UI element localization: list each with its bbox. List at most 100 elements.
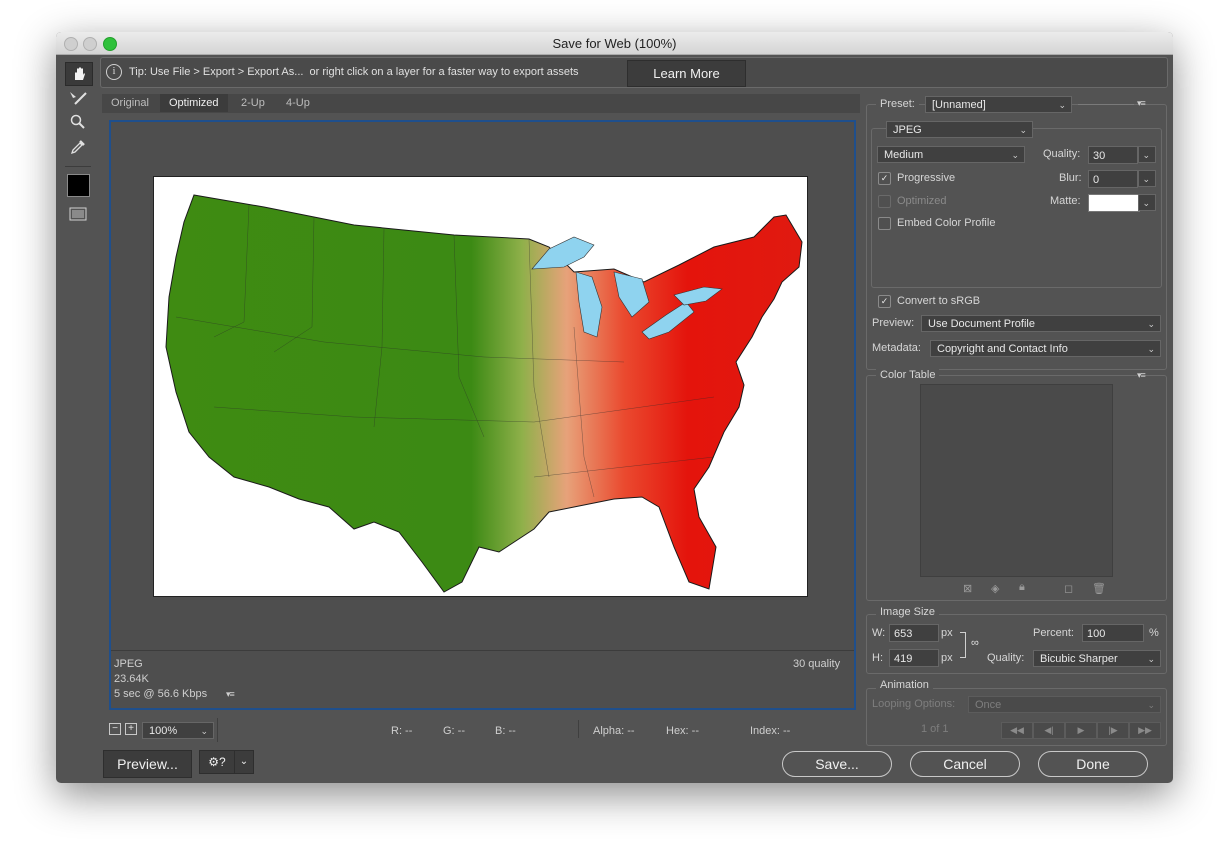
color-table-title: Color Table (876, 369, 940, 381)
chevron-down-icon: ⌄ (1142, 174, 1150, 184)
matte-menu-button[interactable]: ⌄ (1138, 194, 1156, 211)
quality-input[interactable]: 30 (1088, 146, 1138, 164)
chevron-down-icon: ⌄ (1019, 125, 1027, 135)
toggle-slices-visibility-icon[interactable] (65, 203, 91, 225)
quality-slider-button[interactable]: ⌄ (1138, 146, 1156, 163)
next-frame-icon[interactable]: |▶ (1097, 722, 1129, 739)
resample-quality-label: Quality: (987, 652, 1025, 664)
status-divider-2 (578, 720, 579, 738)
download-time: 5 sec @ 56.6 Kbps (114, 688, 208, 700)
lock-color-icon[interactable]: 🔒︎ (1019, 581, 1025, 594)
resample-quality-value: Bicubic Sharper (1040, 653, 1118, 665)
zoom-out-icon[interactable]: − (109, 723, 121, 735)
optimize-menu-icon[interactable]: ▾≡ (1137, 98, 1146, 109)
tip-bar: i Tip: Use File > Export > Export As... … (100, 57, 1168, 88)
tab-optimized[interactable]: Optimized (160, 94, 228, 112)
zoom-in-icon[interactable]: + (125, 723, 137, 735)
matte-color-swatch[interactable] (1088, 194, 1140, 212)
browser-menu-chevron-icon[interactable]: ⌄ (234, 750, 254, 774)
first-frame-icon[interactable]: ◀◀ (1001, 722, 1033, 739)
link-proportions-icon[interactable]: ∞ (971, 637, 979, 649)
image-size-title: Image Size (876, 606, 940, 618)
done-button[interactable]: Done (1038, 751, 1148, 777)
compression-quality-select[interactable]: Medium ⌄ (877, 146, 1025, 163)
cancel-button[interactable]: Cancel (910, 751, 1020, 777)
height-unit: px (941, 652, 953, 664)
tab-4-up[interactable]: 4-Up (277, 94, 319, 112)
blur-slider-button[interactable]: ⌄ (1138, 170, 1156, 187)
slice-select-tool-icon[interactable] (65, 87, 91, 109)
metadata-select[interactable]: Copyright and Contact Info ⌄ (930, 340, 1161, 357)
quality-label: Quality: (1043, 148, 1081, 160)
file-format-value: JPEG (893, 124, 922, 136)
map-image (153, 176, 808, 597)
window-title: Save for Web (100%) (552, 36, 677, 51)
last-frame-icon[interactable]: ▶▶ (1129, 722, 1161, 739)
animation-title: Animation (876, 679, 933, 691)
frame-counter: 1 of 1 (921, 723, 949, 735)
tab-original[interactable]: Original (102, 94, 158, 112)
color-table-swatches[interactable] (920, 384, 1113, 577)
title-bar: Save for Web (100%) (56, 32, 1173, 55)
save-for-web-dialog: Save for Web (100%) i Tip: Use File > Ex… (56, 32, 1173, 783)
width-input[interactable]: 653 (889, 624, 939, 642)
progressive-label: Progressive (897, 172, 956, 184)
red-readout: R: -- (391, 725, 413, 737)
blur-input[interactable]: 0 (1088, 170, 1138, 188)
alpha-readout: Alpha: -- (593, 725, 635, 737)
file-format-select[interactable]: JPEG ⌄ (886, 121, 1033, 138)
looping-options-label: Looping Options: (872, 698, 956, 710)
download-speed-menu-icon[interactable]: ▾≡ (226, 689, 235, 700)
new-color-icon[interactable]: ◻ (1064, 582, 1073, 595)
resample-quality-select[interactable]: Bicubic Sharper ⌄ (1033, 650, 1161, 667)
trash-icon[interactable]: 🗑︎ (1092, 582, 1106, 595)
chevron-down-icon: ⌄ (1142, 150, 1150, 160)
hand-tool-icon[interactable] (65, 62, 93, 86)
map-to-transparent-icon[interactable]: ⊠ (963, 582, 972, 595)
green-readout: G: -- (443, 725, 465, 737)
chevron-down-icon: ⌄ (1011, 150, 1019, 160)
looping-options-value: Once (975, 699, 1002, 711)
color-table-menu-icon[interactable]: ▾≡ (1137, 370, 1146, 381)
metadata-value: Copyright and Contact Info (937, 343, 1068, 355)
preview-profile-select[interactable]: Use Document Profile ⌄ (921, 315, 1161, 332)
convert-to-srgb-checkbox[interactable]: ✓ (878, 295, 891, 308)
chevron-down-icon: ⌄ (200, 726, 208, 736)
preview-button[interactable]: Preview... (103, 750, 192, 778)
web-shift-icon[interactable]: ◈ (991, 582, 999, 595)
progressive-checkbox[interactable]: ✓ (878, 172, 891, 185)
height-label: H: (872, 652, 883, 664)
zoom-tool-icon[interactable] (65, 111, 91, 133)
save-button[interactable]: Save... (782, 751, 892, 777)
percent-unit: % (1149, 627, 1159, 639)
metadata-label: Metadata: (872, 342, 921, 354)
percent-label: Percent: (1033, 627, 1074, 639)
optimized-checkbox[interactable] (878, 195, 891, 208)
embed-color-profile-label: Embed Color Profile (897, 217, 996, 229)
embed-color-profile-checkbox[interactable] (878, 217, 891, 230)
tip-text: Tip: Use File > Export > Export As... or… (129, 66, 579, 78)
browser-preview-icon[interactable]: ⚙? (199, 750, 235, 774)
width-label: W: (872, 627, 886, 639)
previous-frame-icon[interactable]: ◀| (1033, 722, 1065, 739)
matte-label: Matte: (1050, 195, 1081, 207)
eyedropper-tool-icon[interactable] (65, 136, 91, 158)
tab-2-up[interactable]: 2-Up (232, 94, 274, 112)
percent-input[interactable]: 100 (1082, 624, 1144, 642)
learn-more-button[interactable]: Learn More (627, 60, 746, 87)
eyedropper-color-swatch[interactable] (67, 174, 90, 197)
preview-canvas[interactable]: JPEG 23.64K 5 sec @ 56.6 Kbps ▾≡ 30 qual… (109, 120, 856, 710)
height-input[interactable]: 419 (889, 649, 939, 667)
status-divider (217, 718, 218, 742)
tool-divider (65, 166, 91, 167)
zoom-level-select[interactable]: 100% ⌄ (142, 722, 214, 739)
looping-options-select[interactable]: Once ⌄ (968, 696, 1161, 713)
info-divider (111, 650, 854, 651)
play-icon[interactable]: ▶ (1065, 722, 1097, 739)
preset-select[interactable]: [Unnamed] ⌄ (925, 96, 1072, 113)
hex-readout: Hex: -- (666, 725, 699, 737)
chevron-down-icon: ⌄ (1142, 198, 1150, 208)
chevron-down-icon: ⌄ (1147, 700, 1155, 710)
preview-profile-label: Preview: (872, 317, 915, 329)
output-file-size: 23.64K (114, 673, 149, 685)
